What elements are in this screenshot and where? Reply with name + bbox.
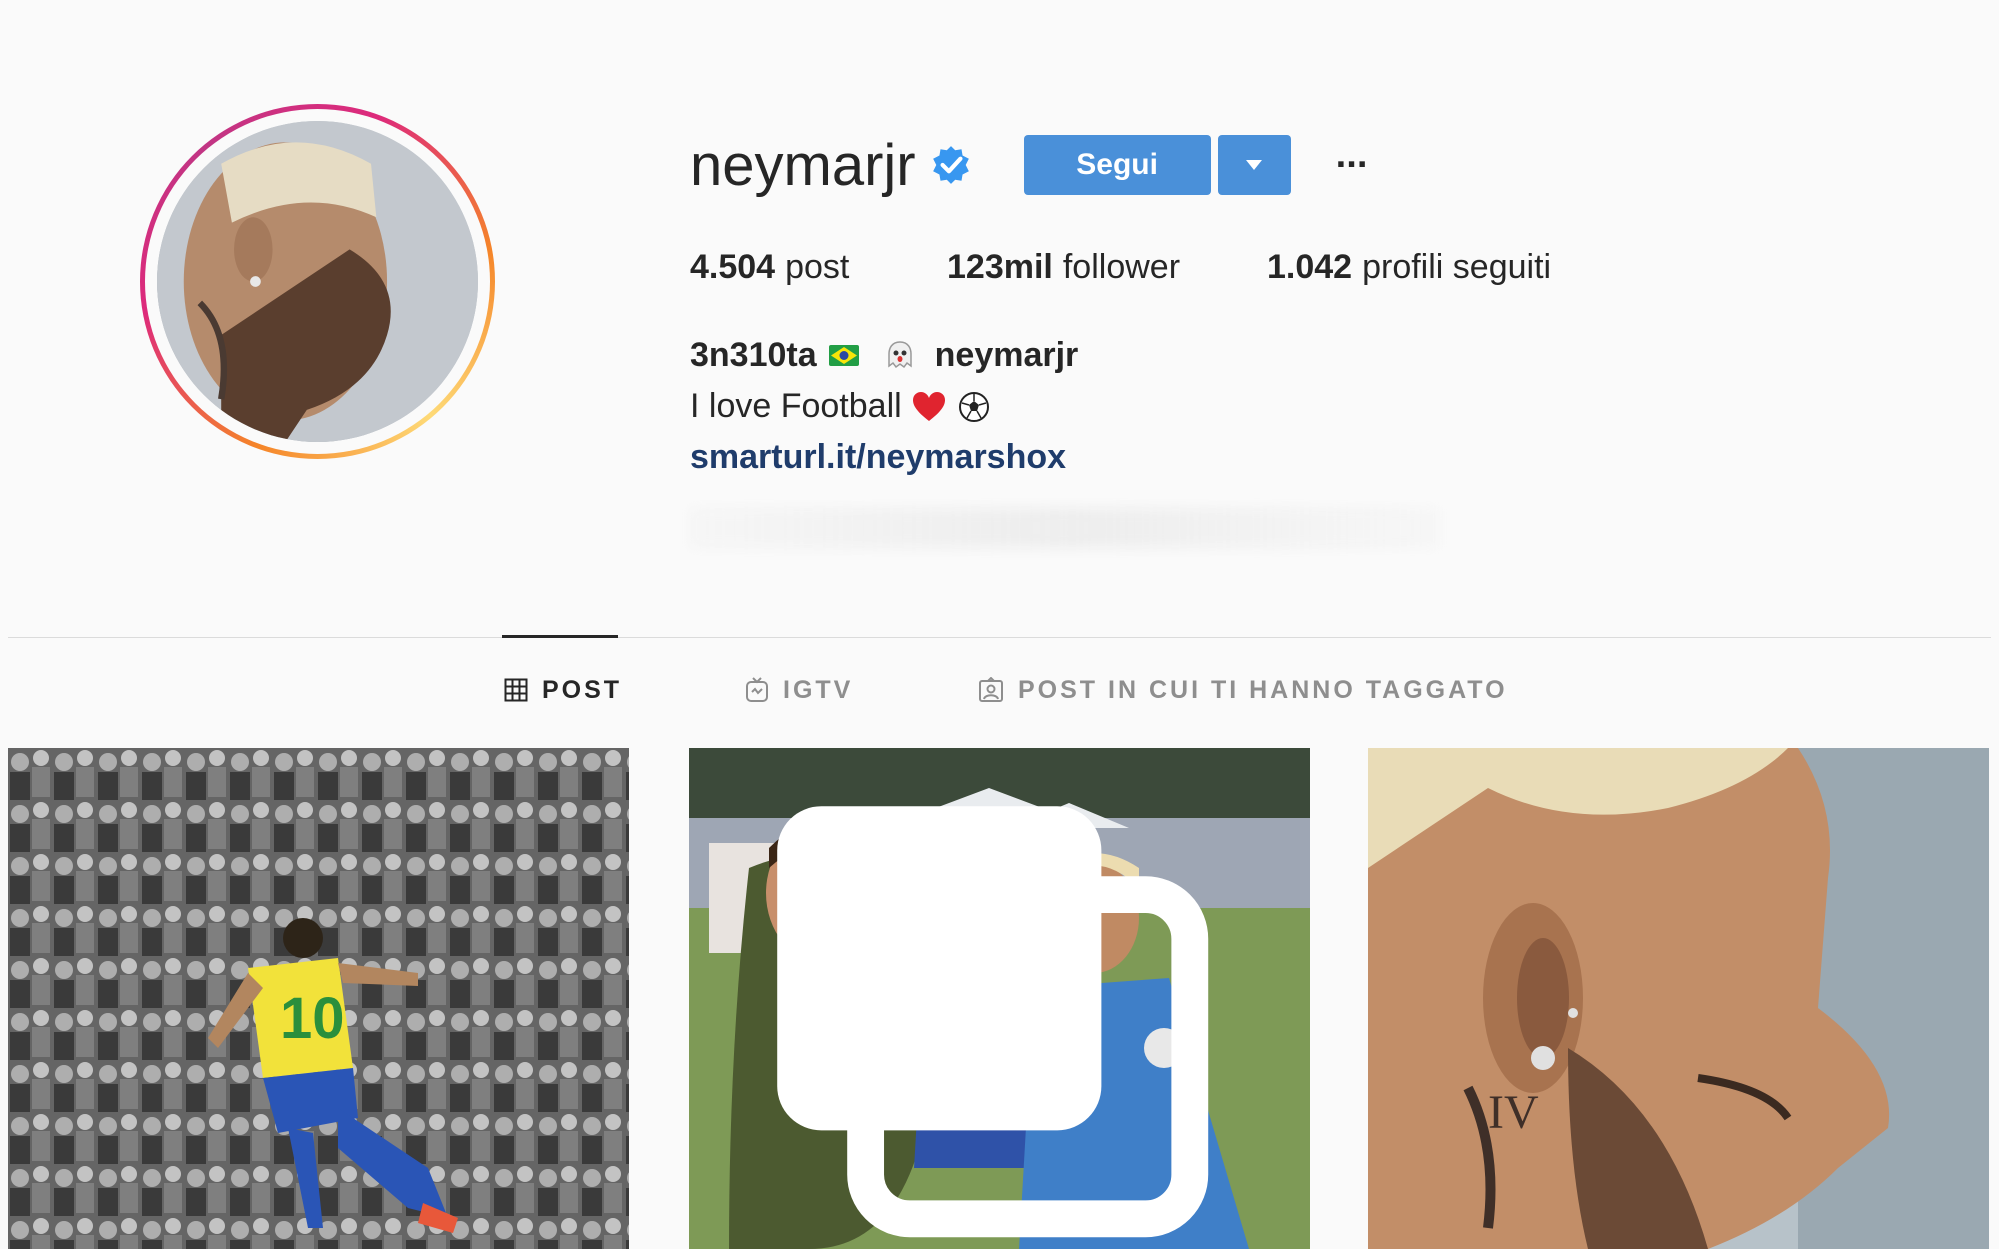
tab-tagged[interactable]: POST IN CUI TI HANNO TAGGATO bbox=[978, 640, 1508, 740]
bio-link[interactable]: smarturl.it/neymarshox bbox=[690, 438, 1066, 476]
bio-name-row: 3n310ta neymarjr bbox=[690, 330, 1078, 381]
followers-count: 123mil bbox=[947, 248, 1053, 286]
blurred-bio-line bbox=[690, 508, 1440, 548]
brazil-flag-icon bbox=[828, 345, 859, 366]
following-count: 1.042 bbox=[1267, 248, 1353, 286]
tab-igtv[interactable]: IGTV bbox=[745, 640, 853, 740]
following-stat[interactable]: 1.042 profili seguiti bbox=[1267, 248, 1551, 287]
bio-snapchat-name: neymarjr bbox=[934, 336, 1079, 374]
active-tab-indicator bbox=[502, 635, 618, 638]
followers-label: follower bbox=[1062, 248, 1181, 286]
post-thumbnail[interactable]: IV bbox=[1368, 748, 1989, 1249]
svg-text:10: 10 bbox=[280, 986, 345, 1051]
heart-icon bbox=[912, 391, 945, 421]
avatar-photo bbox=[157, 121, 478, 442]
post-image-celebration: 10 bbox=[8, 748, 629, 1249]
follow-button[interactable]: Segui bbox=[1023, 135, 1211, 195]
bio-link-row: smarturl.it/neymarshox bbox=[690, 432, 1078, 483]
username-row: neymarjr Segui ··· bbox=[690, 130, 1377, 200]
post-thumbnail[interactable] bbox=[689, 748, 1310, 1249]
tab-posts-label: POST bbox=[542, 675, 623, 704]
profile-avatar-ring[interactable] bbox=[140, 104, 495, 459]
svg-text:IV: IV bbox=[1488, 1086, 1539, 1139]
profile-stats: 4.504 post 123mil follower 1.042 profili… bbox=[690, 248, 1551, 287]
more-options-button[interactable]: ··· bbox=[1327, 135, 1377, 195]
profile-username: neymarjr bbox=[690, 132, 916, 198]
tabs-divider bbox=[8, 637, 1991, 638]
posts-count: 4.504 bbox=[690, 248, 776, 286]
posts-stat: 4.504 post bbox=[690, 248, 947, 287]
suggested-dropdown-button[interactable] bbox=[1217, 135, 1291, 195]
followers-stat[interactable]: 123mil follower bbox=[947, 248, 1267, 287]
soccer-ball-icon bbox=[958, 391, 989, 422]
carousel-icon bbox=[777, 806, 1209, 1238]
post-thumbnail[interactable]: 10 bbox=[8, 748, 629, 1249]
igtv-icon bbox=[746, 677, 768, 702]
bio-text-row: I love Football bbox=[690, 381, 1078, 432]
posts-label: post bbox=[785, 248, 850, 286]
verified-badge-icon bbox=[932, 146, 969, 184]
tab-posts[interactable]: POST bbox=[504, 640, 622, 740]
ghost-icon bbox=[887, 340, 912, 368]
profile-bio: 3n310ta neymarjr I love Football smartur… bbox=[690, 330, 1078, 483]
avatar-frame bbox=[145, 109, 490, 454]
caret-down-icon bbox=[1246, 160, 1263, 170]
tab-tagged-label: POST IN CUI TI HANNO TAGGATO bbox=[1018, 675, 1508, 704]
following-label: profili seguiti bbox=[1362, 248, 1552, 286]
tagged-icon bbox=[979, 677, 1003, 702]
bio-snapchat-handle: 3n310ta bbox=[690, 336, 817, 374]
post-image-portrait: IV bbox=[1368, 748, 1989, 1249]
bio-text: I love Football bbox=[690, 387, 902, 425]
tab-igtv-label: IGTV bbox=[783, 675, 854, 704]
grid-icon bbox=[504, 678, 528, 702]
avatar bbox=[157, 121, 478, 442]
